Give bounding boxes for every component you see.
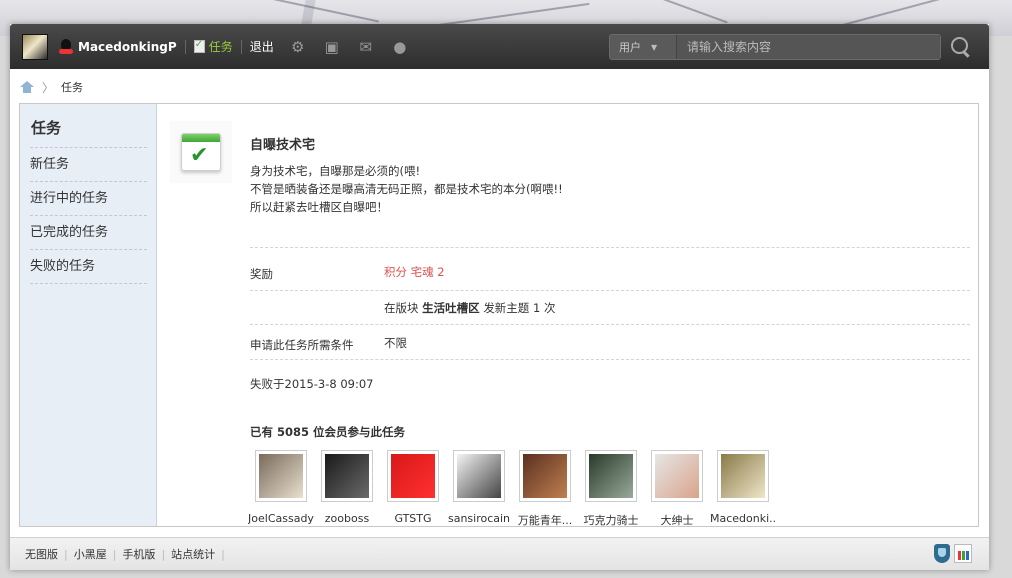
page-container: MacedonkingP 任务 退出 ⚙ ▣ ✉ ● 用户 ▼ 〉 任务 任务 … bbox=[10, 24, 989, 570]
member-avatar[interactable] bbox=[255, 450, 307, 502]
task-title: 自曝技术宅 bbox=[250, 138, 316, 153]
member-item[interactable]: 万能青年... bbox=[512, 450, 578, 528]
member-item[interactable]: zooboss bbox=[314, 450, 380, 528]
footer-separator: | bbox=[161, 547, 166, 561]
member-item[interactable]: Macedonki... bbox=[710, 450, 776, 528]
divider bbox=[250, 359, 970, 360]
member-item[interactable]: sansirocain bbox=[446, 450, 512, 528]
description-line: 所以赶紧去吐槽区自曝吧！ bbox=[250, 200, 388, 214]
footer-link-mobile[interactable]: 手机版 bbox=[122, 546, 155, 562]
home-icon[interactable] bbox=[20, 81, 35, 93]
description-line: 不管是晒装备还是曝高清无码正照，都是技术宅的本分(啊喂!! bbox=[250, 182, 563, 196]
task-detail: 自曝技术宅 身为技术宅，自曝那是必须的(喂! 不管是晒装备还是曝高清无码正照，都… bbox=[158, 104, 978, 528]
sidebar-title: 任务 bbox=[20, 104, 156, 149]
footer-separator: | bbox=[64, 547, 68, 561]
member-name[interactable]: Macedonki... bbox=[710, 512, 776, 525]
member-name[interactable]: sansirocain bbox=[446, 512, 512, 525]
task-calendar-icon bbox=[170, 121, 232, 183]
apply-condition-value: 不限 bbox=[384, 336, 407, 350]
task-icon bbox=[193, 39, 205, 53]
member-avatar[interactable] bbox=[585, 450, 637, 502]
breadcrumb: 〉 任务 bbox=[20, 78, 83, 96]
footer: 无图版 | 小黑屋 | 手机版 | 站点统计 | bbox=[10, 537, 989, 570]
stats-icon[interactable] bbox=[954, 544, 972, 563]
search-type-select[interactable]: 用户 ▼ bbox=[610, 39, 676, 55]
member-item[interactable]: JoelCassady bbox=[248, 450, 314, 528]
reward-value: 积分 宅魂 2 bbox=[384, 265, 445, 279]
divider bbox=[240, 39, 242, 54]
members-suffix: 位会员参与此任务 bbox=[313, 425, 406, 439]
sidebar: 任务 新任务 进行中的任务 已完成的任务 失败的任务 bbox=[20, 104, 157, 526]
sidebar-title-text: 任务 bbox=[31, 119, 62, 137]
member-name[interactable]: JoelCassady bbox=[248, 512, 314, 525]
member-item[interactable]: 巧克力骑士 bbox=[578, 450, 644, 528]
condition-suffix: 发新主题 1 次 bbox=[483, 301, 556, 315]
member-avatar[interactable] bbox=[321, 450, 373, 502]
members-count: 5085 bbox=[277, 425, 310, 439]
member-avatar[interactable] bbox=[717, 450, 769, 502]
member-name[interactable]: zooboss bbox=[314, 512, 380, 525]
condition-forum-link[interactable]: 生活吐槽区 bbox=[422, 301, 480, 315]
sidebar-item-doing[interactable]: 进行中的任务 bbox=[30, 182, 147, 216]
chevron-down-icon: ▼ bbox=[651, 42, 658, 52]
username-link[interactable]: MacedonkingP bbox=[78, 40, 177, 54]
description-line: 身为技术宅，自曝那是必须的(喂! bbox=[250, 164, 421, 178]
member-item[interactable]: GTSTG bbox=[380, 450, 446, 528]
image-icon[interactable]: ▣ bbox=[324, 39, 340, 55]
breadcrumb-separator: 〉 bbox=[42, 80, 55, 95]
logout-link[interactable]: 退出 bbox=[250, 38, 274, 55]
member-avatar[interactable] bbox=[453, 450, 505, 502]
sidebar-item-new[interactable]: 新任务 bbox=[30, 148, 147, 182]
members-prefix: 已有 bbox=[250, 425, 273, 439]
mail-icon[interactable]: ✉ bbox=[358, 39, 374, 55]
avatar[interactable] bbox=[22, 33, 48, 60]
divider bbox=[250, 247, 970, 248]
qq-icon bbox=[58, 38, 74, 55]
breadcrumb-current[interactable]: 任务 bbox=[61, 79, 83, 95]
members-heading: 已有 5085 位会员参与此任务 bbox=[250, 424, 405, 440]
failed-time: 失败于2015-3-8 09:07 bbox=[250, 377, 374, 391]
bulb-icon[interactable]: ● bbox=[392, 39, 408, 55]
task-description: 身为技术宅，自曝那是必须的(喂! 不管是晒装备还是曝高清无码正照，都是技术宅的本… bbox=[250, 162, 563, 216]
divider bbox=[250, 324, 970, 325]
member-list: JoelCassady zooboss GTSTG sansirocain 万能… bbox=[248, 450, 776, 528]
sidebar-item-failed[interactable]: 失败的任务 bbox=[30, 250, 147, 284]
apply-condition-label: 申请此任务所需条件 bbox=[250, 338, 354, 352]
search-type-label: 用户 bbox=[619, 41, 641, 54]
footer-link-no-image[interactable]: 无图版 bbox=[25, 546, 58, 562]
member-avatar[interactable] bbox=[387, 450, 439, 502]
reward-label: 奖励 bbox=[250, 267, 273, 281]
sidebar-item-done[interactable]: 已完成的任务 bbox=[30, 216, 147, 250]
task-link[interactable]: 任务 bbox=[209, 38, 233, 55]
content-frame: 任务 新任务 进行中的任务 已完成的任务 失败的任务 自曝技术宅 身为技术宅，自… bbox=[19, 103, 979, 527]
member-name[interactable]: 万能青年... bbox=[512, 512, 578, 528]
search-box: 用户 ▼ bbox=[609, 34, 941, 60]
member-avatar[interactable] bbox=[519, 450, 571, 502]
footer-separator: | bbox=[112, 547, 117, 561]
footer-separator: | bbox=[221, 547, 225, 561]
member-item[interactable]: 大绅士 bbox=[644, 450, 710, 528]
shield-icon[interactable] bbox=[934, 544, 950, 563]
divider bbox=[184, 39, 186, 54]
footer-link-stats[interactable]: 站点统计 bbox=[171, 546, 215, 562]
search-icon[interactable] bbox=[950, 36, 972, 58]
member-name[interactable]: 大绅士 bbox=[644, 512, 710, 528]
member-avatar[interactable] bbox=[651, 450, 703, 502]
divider bbox=[250, 290, 970, 291]
member-name[interactable]: GTSTG bbox=[380, 512, 446, 525]
footer-link-blacklist[interactable]: 小黑屋 bbox=[74, 546, 107, 562]
task-condition: 在版块 生活吐槽区 发新主题 1 次 bbox=[384, 300, 555, 316]
top-bar: MacedonkingP 任务 退出 ⚙ ▣ ✉ ● 用户 ▼ bbox=[10, 24, 989, 69]
gear-icon[interactable]: ⚙ bbox=[290, 39, 306, 55]
condition-prefix: 在版块 bbox=[384, 301, 419, 315]
search-input[interactable] bbox=[676, 35, 940, 59]
member-name[interactable]: 巧克力骑士 bbox=[578, 512, 644, 528]
